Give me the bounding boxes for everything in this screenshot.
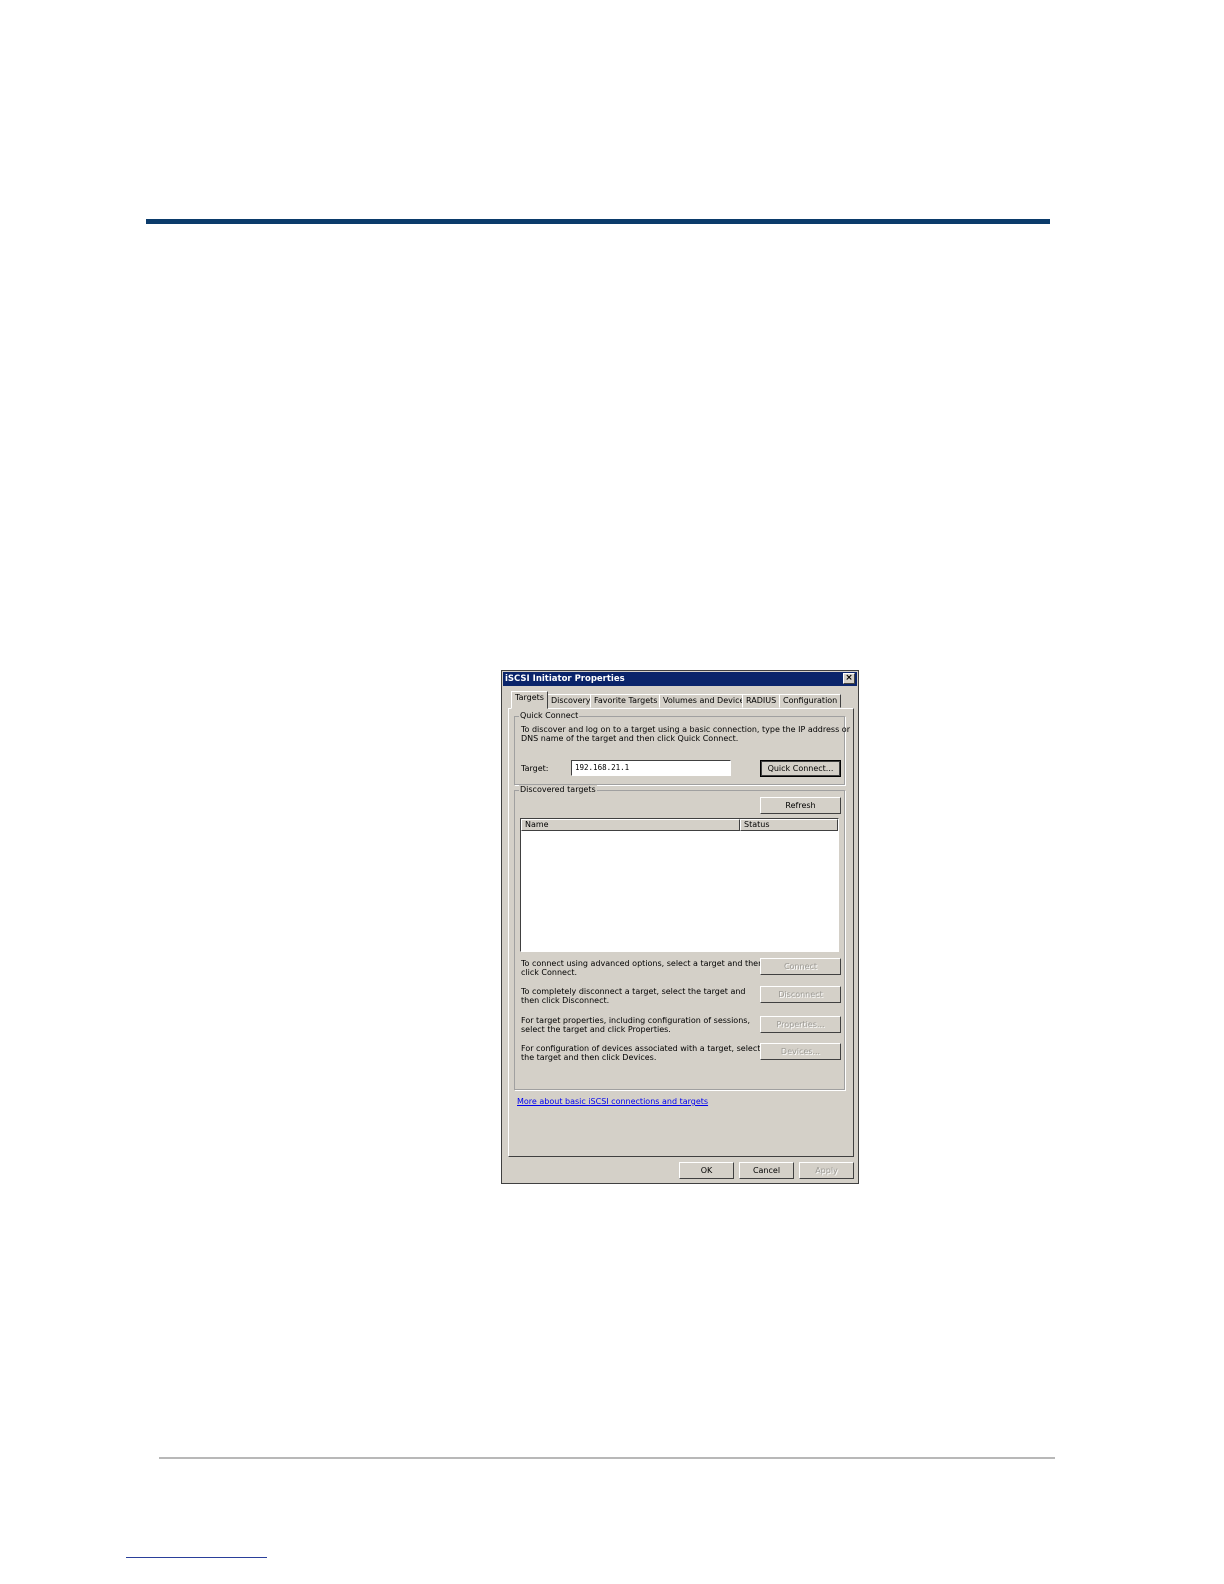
page-header-rule	[146, 219, 1050, 224]
quick-connect-group: Quick Connect To discover and log on to …	[514, 711, 850, 785]
tab-radius[interactable]: RADIUS	[742, 694, 781, 708]
discovered-targets-list[interactable]: Name Status	[520, 818, 839, 952]
refresh-button[interactable]: Refresh	[760, 797, 841, 814]
discovered-targets-group: Discovered targets Refresh Name Status T…	[514, 785, 845, 1090]
devices-instructions-line2: the target and then click Devices.	[521, 1053, 657, 1062]
tab-discovery[interactable]: Discovery	[547, 694, 595, 708]
quick-connect-group-label: Quick Connect	[519, 711, 580, 720]
properties-instructions-line2: select the target and click Properties.	[521, 1025, 671, 1034]
tab-configuration[interactable]: Configuration	[779, 694, 842, 708]
tab-volumes-and-devices[interactable]: Volumes and Devices	[659, 694, 753, 708]
targets-tab-panel: Quick Connect To discover and log on to …	[508, 708, 854, 1157]
devices-button[interactable]: Devices...	[760, 1043, 841, 1060]
connect-button[interactable]: Connect	[760, 958, 841, 975]
quick-connect-description-line2: DNS name of the target and then click Qu…	[521, 734, 739, 743]
page-footer-rule	[159, 1457, 1055, 1459]
target-label: Target:	[521, 764, 549, 773]
cancel-button[interactable]: Cancel	[739, 1162, 794, 1179]
connect-instructions-line2: click Connect.	[521, 968, 578, 977]
properties-button[interactable]: Properties...	[760, 1016, 841, 1033]
dialog-title: iSCSI Initiator Properties	[505, 674, 625, 684]
disconnect-instructions-line2: then click Disconnect.	[521, 996, 610, 1005]
footer-link-underline	[126, 1557, 267, 1558]
quick-connect-button[interactable]: Quick Connect...	[760, 760, 841, 777]
discovered-targets-group-label: Discovered targets	[519, 785, 597, 794]
close-icon: ×	[845, 673, 853, 683]
target-input[interactable]: 192.168.21.1	[571, 760, 731, 776]
ok-button[interactable]: OK	[679, 1162, 734, 1179]
dialog-titlebar: iSCSI Initiator Properties ×	[503, 672, 857, 686]
close-button[interactable]: ×	[843, 673, 855, 684]
column-header-status[interactable]: Status	[740, 819, 838, 831]
tab-favorite-targets[interactable]: Favorite Targets	[590, 694, 662, 708]
disconnect-button[interactable]: Disconnect	[760, 986, 841, 1003]
iscsi-initiator-properties-dialog: iSCSI Initiator Properties × Targets Dis…	[501, 670, 859, 1184]
help-link[interactable]: More about basic iSCSI connections and t…	[517, 1097, 708, 1106]
column-header-name[interactable]: Name	[521, 819, 740, 831]
apply-button[interactable]: Apply	[799, 1162, 854, 1179]
tab-targets[interactable]: Targets	[511, 691, 548, 709]
